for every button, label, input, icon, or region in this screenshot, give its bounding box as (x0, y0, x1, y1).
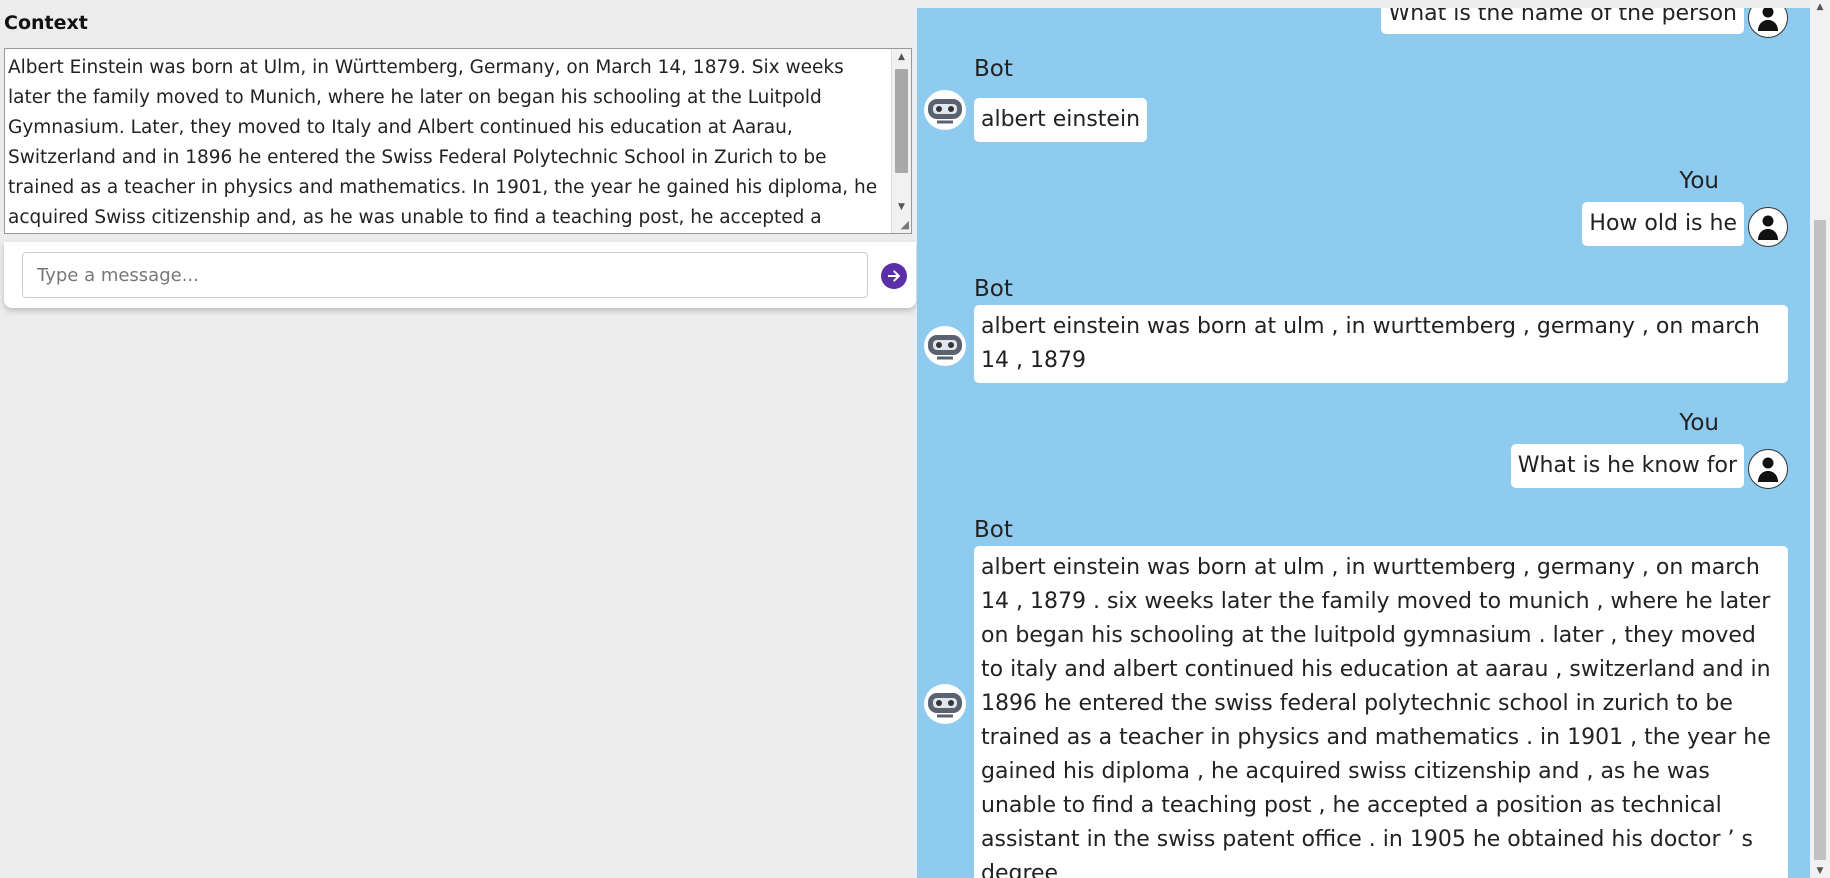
chat-panel: What is the name of the person Bot alber… (917, 8, 1810, 878)
scroll-up-icon[interactable]: ▲ (1810, 0, 1830, 14)
context-text[interactable]: Albert Einstein was born at Ulm, in Würt… (8, 53, 889, 233)
user-message-bubble: How old is he (1582, 202, 1744, 246)
context-panel: Context Albert Einstein was born at Ulm,… (0, 0, 917, 878)
scroll-up-icon[interactable]: ▲ (892, 49, 911, 65)
scroll-down-icon[interactable]: ▼ (892, 199, 911, 215)
user-avatar-icon (1748, 8, 1788, 38)
bot-avatar-icon (924, 326, 966, 366)
context-textarea[interactable]: Albert Einstein was born at Ulm, in Würt… (4, 48, 912, 234)
user-avatar-icon (1748, 449, 1788, 489)
scroll-down-icon[interactable]: ▼ (1810, 864, 1830, 878)
user-sender-label: You (1679, 410, 1719, 436)
send-button[interactable] (881, 263, 907, 289)
bot-avatar-icon (924, 684, 966, 724)
scroll-thumb[interactable] (895, 69, 908, 173)
bot-sender-label: Bot (974, 56, 1013, 82)
bot-message-bubble: albert einstein was born at ulm , in wur… (974, 546, 1788, 878)
bot-message-bubble: albert einstein was born at ulm , in wur… (974, 305, 1788, 383)
user-message-bubble: What is the name of the person (1381, 8, 1744, 34)
bot-message-bubble: albert einstein (974, 98, 1148, 142)
message-composer (4, 242, 916, 308)
bot-sender-label: Bot (974, 517, 1013, 543)
bot-avatar-icon (924, 90, 966, 130)
arrow-right-circle-icon (888, 270, 901, 282)
message-input[interactable] (22, 252, 868, 298)
chat-scrollbar[interactable]: ▲ ▼ (1810, 0, 1830, 878)
user-avatar-icon (1748, 207, 1788, 247)
bot-sender-label: Bot (974, 276, 1013, 302)
user-sender-label: You (1679, 168, 1719, 194)
scroll-thumb[interactable] (1814, 220, 1826, 860)
context-label: Context (4, 12, 88, 34)
resize-grip-icon[interactable]: ◢ (897, 219, 909, 231)
user-message-bubble: What is he know for (1510, 444, 1744, 488)
context-scrollbar[interactable]: ▲ ▼ (891, 49, 911, 233)
